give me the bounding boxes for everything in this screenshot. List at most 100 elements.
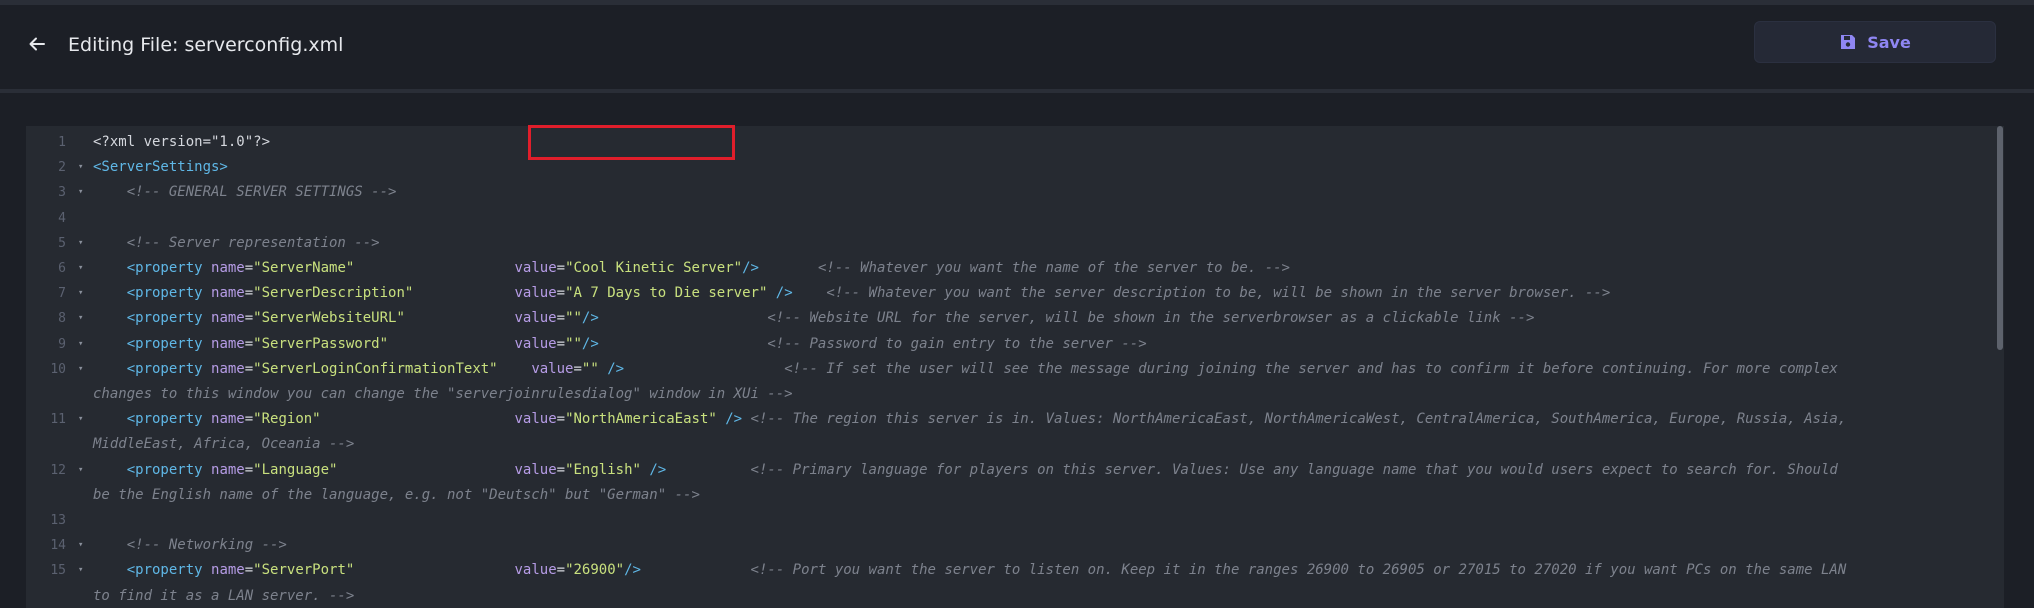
code-token: name <box>211 310 245 327</box>
line-number: 8 <box>58 311 66 327</box>
fold-toggle-icon[interactable]: ▾ <box>78 558 83 583</box>
code-token: <ServerSettings> <box>93 159 228 176</box>
fold-toggle-icon[interactable]: ▾ <box>78 281 83 306</box>
code-token: = <box>573 360 582 377</box>
code-line[interactable]: 15 ▾ <property name="ServerPort" value="2… <box>26 558 1986 583</box>
line-number: 4 <box>58 210 66 226</box>
code-token: "ServerWebsiteURL" <box>253 310 405 327</box>
code-line[interactable]: 13 <box>26 508 1986 533</box>
code-token: value <box>514 461 557 478</box>
code-token: /> <box>624 562 641 579</box>
code-line[interactable]: 4 <box>26 206 1986 231</box>
save-button-label: Save <box>1867 32 1911 52</box>
code-token: = <box>244 260 254 276</box>
fold-toggle-icon[interactable]: ▾ <box>78 332 83 357</box>
header-divider <box>0 89 2034 93</box>
code-token: = <box>556 411 566 428</box>
page-title: Editing File: serverconfig.xml <box>68 34 344 56</box>
code-line[interactable]: 7 ▾ <property name="ServerDescription" va… <box>26 281 1986 306</box>
code-token: "ServerLoginConfirmationText" <box>253 360 498 377</box>
line-number: 12 <box>50 462 66 478</box>
fold-toggle-icon[interactable]: ▾ <box>78 407 83 432</box>
code-token: = <box>556 285 566 302</box>
code-token: = <box>244 285 254 302</box>
fold-toggle-icon[interactable]: ▾ <box>78 357 83 382</box>
page-header: Editing File: serverconfig.xml Save <box>0 5 2034 89</box>
code-line-wrap: to find it as a LAN server. --> <box>93 584 354 608</box>
line-number: 6 <box>58 261 66 276</box>
highlight-annotation-box <box>528 125 735 160</box>
code-editor[interactable]: 1 <?xml version="1.0"?> 2 ▾ <ServerSettings>… <box>26 126 2004 608</box>
fold-toggle-icon[interactable]: ▾ <box>78 231 83 256</box>
line-content: <!-- Networking --> <box>93 533 287 558</box>
fold-toggle-icon[interactable]: ▾ <box>78 306 83 331</box>
line-number: 5 <box>58 235 66 251</box>
save-button[interactable]: Save <box>1754 21 1996 63</box>
line-content: <?xml version="1.0"?> <box>93 130 270 155</box>
code-token: /> <box>581 335 599 352</box>
code-token: name <box>211 335 245 352</box>
fold-toggle-icon[interactable]: ▾ <box>78 155 83 180</box>
code-line[interactable]: 9 ▾ <property name="ServerPassword" value… <box>26 332 1986 357</box>
code-line-wrap: changes to this window you can change th… <box>93 382 793 407</box>
code-token: <!-- Port you want the server to listen … <box>750 562 1847 579</box>
code-token: "" <box>581 360 599 377</box>
code-token: "26900" <box>565 562 625 579</box>
code-token: to find it as a LAN server. --> <box>93 587 355 604</box>
fold-toggle-icon[interactable]: ▾ <box>78 256 83 281</box>
code-token: = <box>244 310 254 327</box>
code-line[interactable]: 11 ▾ <property name="Region" value="North… <box>26 407 1986 432</box>
back-button[interactable] <box>24 31 50 57</box>
code-line[interactable]: 10 ▾ <property name = "ServerLoginConfirmat… <box>26 357 1986 382</box>
code-token: "ServerDescription" <box>253 285 414 302</box>
code-token: "Cool Kinetic Server" <box>565 260 743 276</box>
code-token: /> <box>640 461 667 478</box>
code-token: name <box>211 562 245 579</box>
code-line[interactable]: 5 ▾ <!-- Server representation --> <box>26 231 1986 256</box>
code-line[interactable]: 1 <?xml version="1.0"?> <box>26 130 1986 155</box>
code-token: <!-- Server representation --> <box>93 234 380 251</box>
code-token: <property <box>93 285 212 302</box>
line-number: 1 <box>58 135 66 150</box>
code-token: = <box>556 310 566 327</box>
code-line[interactable]: 3 ▾ <!-- GENERAL SERVER SETTINGS --> <box>26 180 1986 205</box>
line-number: 11 <box>50 412 66 428</box>
code-line[interactable]: 12 ▾ <property name="Language" value="Eng… <box>26 458 1986 483</box>
code-token: name <box>211 461 245 478</box>
code-line[interactable]: 8 ▾ <property name="ServerWebsiteURL" val… <box>26 306 1986 331</box>
code-line[interactable]: 6 ▾ <property name="ServerName" value="Co… <box>26 256 1986 281</box>
code-token: <property <box>93 360 212 377</box>
code-token: = <box>556 461 566 478</box>
code-token: <!-- Whatever you want the server descri… <box>826 285 1611 302</box>
line-number: 3 <box>58 185 66 201</box>
code-token: name <box>211 360 245 377</box>
code-token: value <box>514 260 557 276</box>
code-token: name <box>211 285 245 302</box>
code-token: "ServerName" <box>253 260 355 276</box>
fold-toggle-icon[interactable]: ▾ <box>78 533 83 558</box>
code-token: <property <box>93 411 212 428</box>
code-token: <property <box>93 562 212 579</box>
code-line[interactable]: 14 ▾ <!-- Networking --> <box>26 533 1986 558</box>
code-token: <!-- If set the user will see the messag… <box>784 360 1838 377</box>
arrow-left-icon <box>29 37 45 51</box>
editor-scrollbar[interactable] <box>1996 126 2004 608</box>
fold-toggle-icon[interactable]: ▾ <box>78 180 83 205</box>
code-token: <!-- Networking --> <box>93 537 287 554</box>
code-line[interactable]: 2 ▾ <ServerSettings> <box>26 155 1986 180</box>
scrollbar-thumb[interactable] <box>1997 126 2003 350</box>
line-number: 10 <box>50 361 66 377</box>
fold-toggle-icon[interactable]: ▾ <box>78 458 83 483</box>
code-token: /> <box>742 260 759 276</box>
line-content: <property name = "ServerLoginConfirmationT… <box>93 357 1838 382</box>
